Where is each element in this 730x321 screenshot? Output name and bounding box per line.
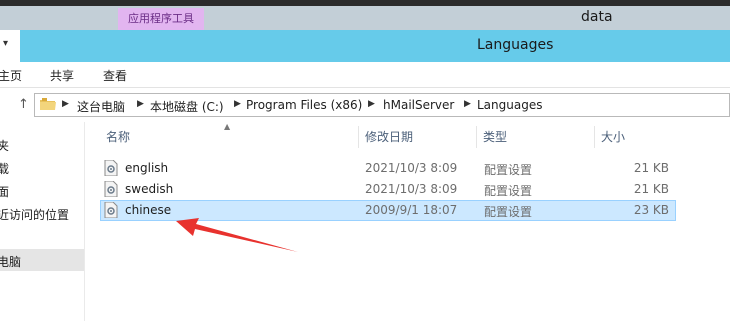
column-name[interactable]: 名称 — [100, 126, 359, 148]
quick-access-toolbar: ▾ — [0, 30, 20, 62]
breadcrumb-languages[interactable]: Languages — [477, 98, 542, 112]
folder-icon — [40, 98, 56, 110]
chevron-right-icon[interactable]: ▶ — [62, 99, 69, 109]
chevron-right-icon[interactable]: ▶ — [368, 99, 375, 109]
up-arrow-icon[interactable]: ↑ — [18, 97, 29, 112]
settings-file-icon — [104, 202, 118, 218]
breadcrumb-program-files[interactable]: Program Files (x86) — [246, 98, 362, 112]
red-arrow-icon — [176, 218, 298, 252]
file-name: swedish — [125, 182, 174, 196]
sidebar-item-folder[interactable]: 夹 — [0, 137, 9, 154]
file-row-english[interactable]: english 2021/10/3 8:09 配置设置 21 KB — [100, 158, 676, 179]
column-size[interactable]: 大小 — [595, 126, 680, 148]
file-size: 21 KB — [633, 161, 669, 175]
title-bar-upper — [0, 6, 730, 30]
file-row-swedish[interactable]: swedish 2021/10/3 8:09 配置设置 21 KB — [100, 179, 676, 200]
file-size: 21 KB — [633, 182, 669, 196]
sidebar-item-this-pc[interactable]: 电脑 — [0, 253, 21, 270]
file-type: 配置设置 — [484, 205, 533, 219]
chevron-right-icon[interactable]: ▶ — [234, 99, 241, 109]
title-bar: ▾ — [0, 30, 730, 62]
file-modified: 2009/9/1 18:07 — [365, 203, 458, 217]
application-tools-tab[interactable]: 应用程序工具 — [118, 8, 204, 30]
window-title: Languages — [477, 37, 554, 53]
chevron-right-icon[interactable]: ▶ — [464, 99, 471, 109]
sidebar-item-desktop[interactable]: 面 — [0, 183, 9, 200]
breadcrumb-hmailserver[interactable]: hMailServer — [383, 98, 454, 112]
breadcrumb-local-disk[interactable]: 本地磁盘 (C:) — [150, 98, 224, 115]
address-bar[interactable]: ▶ 这台电脑 ▶ 本地磁盘 (C:) ▶ Program Files (x86)… — [34, 93, 730, 117]
file-modified: 2021/10/3 8:09 — [365, 161, 458, 175]
sidebar-item-downloads[interactable]: 载 — [0, 160, 9, 177]
file-type: 配置设置 — [484, 163, 533, 177]
column-header-row: 名称 修改日期 类型 大小 — [100, 126, 680, 148]
ribbon-tabs: 主页 共享 查看 — [0, 62, 730, 88]
window-title-data: data — [581, 9, 613, 25]
breadcrumb-this-pc[interactable]: 这台电脑 — [77, 98, 125, 115]
chevron-right-icon[interactable]: ▶ — [137, 99, 144, 109]
file-size: 23 KB — [633, 203, 669, 217]
address-row: ↑ ▶ 这台电脑 ▶ 本地磁盘 (C:) ▶ Program Files (x8… — [0, 88, 730, 122]
file-row-chinese[interactable]: chinese 2009/9/1 18:07 配置设置 23 KB — [100, 200, 676, 221]
column-type[interactable]: 类型 — [477, 126, 595, 148]
tab-view[interactable]: 查看 — [103, 67, 127, 84]
tab-share[interactable]: 共享 — [50, 67, 74, 84]
settings-file-icon — [104, 160, 118, 176]
column-modified[interactable]: 修改日期 — [359, 126, 477, 148]
sidebar-item-recent-places[interactable]: 近访问的位置 — [0, 206, 69, 223]
file-type: 配置设置 — [484, 184, 533, 198]
settings-file-icon — [104, 181, 118, 197]
tab-home[interactable]: 主页 — [0, 67, 22, 84]
quick-access-dropdown-icon[interactable]: ▾ — [3, 38, 8, 49]
navigation-pane: 夹 载 面 近访问的位置 电脑 — [0, 122, 85, 321]
file-name: chinese — [125, 203, 172, 217]
file-modified: 2021/10/3 8:09 — [365, 182, 458, 196]
file-name: english — [125, 161, 169, 175]
